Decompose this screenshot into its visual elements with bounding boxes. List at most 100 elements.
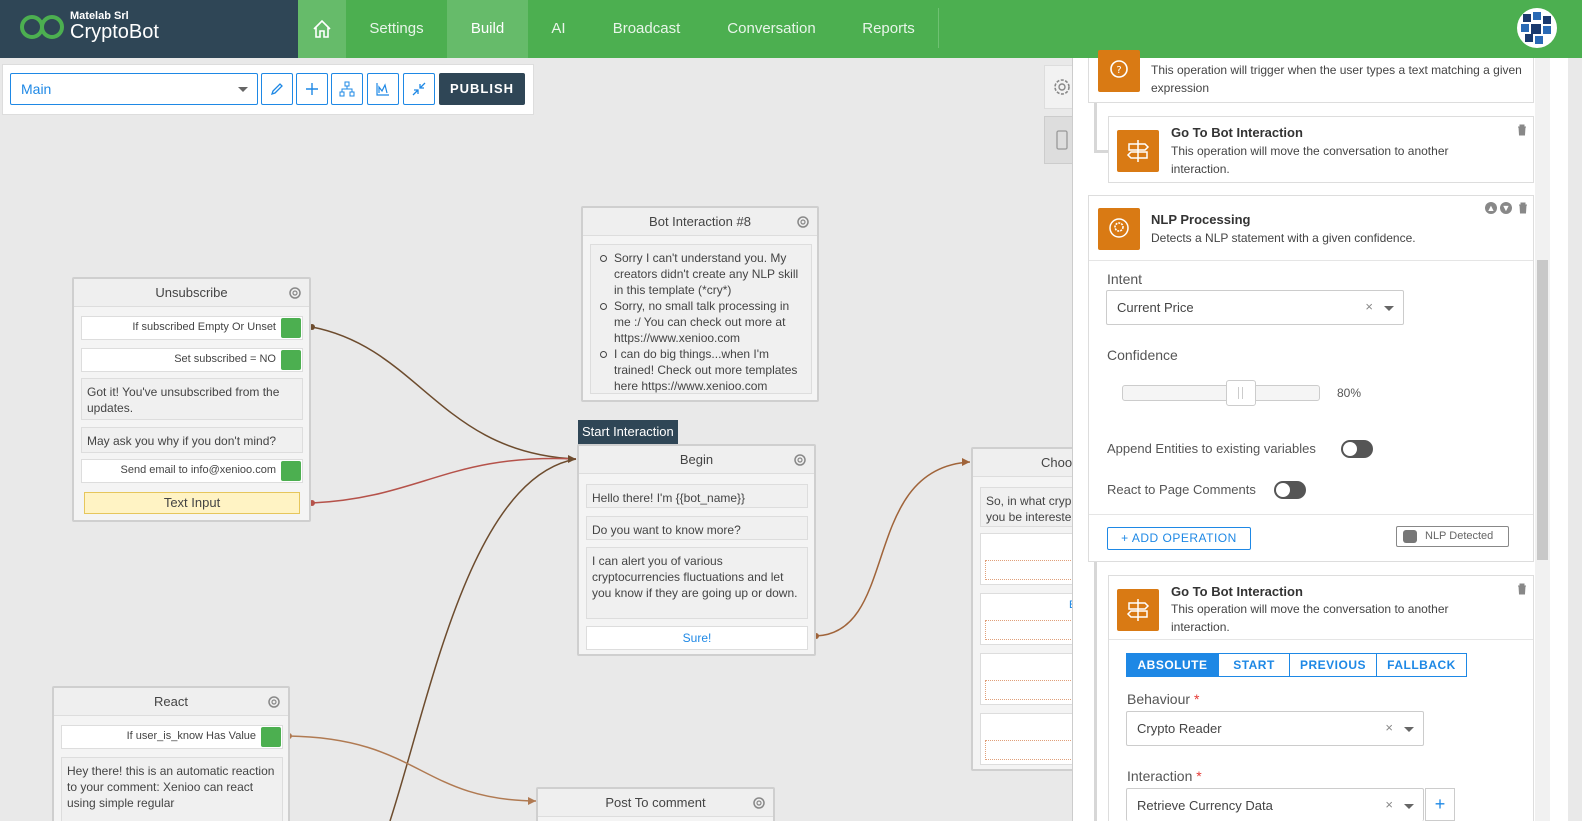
- intent-select[interactable]: Current Price ×: [1106, 290, 1404, 325]
- nlp-detected-badge[interactable]: NLP Detected: [1396, 526, 1509, 547]
- react-comments-toggle[interactable]: [1274, 481, 1306, 499]
- trash-icon[interactable]: [1517, 124, 1527, 136]
- behaviour-select[interactable]: Crypto Reader ×: [1126, 711, 1424, 746]
- operation-icon: [1117, 130, 1159, 172]
- operation-card-text-match[interactable]: ? This operation will trigger when the u…: [1088, 50, 1534, 103]
- operation-description: This operation will move the conversatio…: [1171, 602, 1449, 634]
- product-name: CryptoBot: [70, 21, 159, 43]
- append-entities-toggle[interactable]: [1341, 440, 1373, 458]
- clear-icon[interactable]: ×: [1385, 797, 1393, 812]
- behaviour-label-text: Behaviour: [1127, 691, 1191, 707]
- operation-card-nlp[interactable]: NLP Processing Detects a NLP statement w…: [1088, 195, 1534, 562]
- operation-description: This operation will move the conversatio…: [1171, 144, 1449, 176]
- operation-title: Go To Bot Interaction: [1171, 584, 1303, 599]
- message-row[interactable]: Do you want to know more?: [586, 516, 808, 540]
- trash-icon[interactable]: [1517, 583, 1527, 595]
- node-title: Bot Interaction #8: [583, 208, 817, 236]
- chevron-down-icon: [1404, 804, 1414, 809]
- brand[interactable]: Matelab Srl CryptoBot: [0, 0, 298, 58]
- head-question-icon: ?: [1110, 60, 1128, 78]
- operation-card-goto-1[interactable]: Go To Bot Interaction This operation wil…: [1108, 116, 1534, 183]
- interaction-select[interactable]: Retrieve Currency Data ×: [1126, 788, 1424, 821]
- node-bot-interaction-8[interactable]: Bot Interaction #8 Sorry I can't underst…: [581, 206, 819, 402]
- gear-icon[interactable]: [266, 694, 282, 710]
- node-title: Post To comment: [538, 789, 773, 817]
- nav-separator: [938, 8, 939, 48]
- gear-icon[interactable]: [751, 795, 767, 811]
- nav-build[interactable]: Build: [447, 0, 528, 58]
- nav-settings[interactable]: Settings: [346, 0, 447, 58]
- message-row[interactable]: Hello there! I'm {{bot_name}}: [586, 484, 808, 508]
- publish-button[interactable]: PUBLISH: [439, 73, 525, 105]
- required-mark: *: [1196, 768, 1202, 784]
- text-input-row[interactable]: Text Input: [84, 492, 300, 514]
- plus-icon: [306, 83, 318, 95]
- edit-flow-button[interactable]: [261, 73, 293, 105]
- random-message-list[interactable]: Sorry I can't understand you. My creator…: [590, 244, 812, 394]
- node-react[interactable]: React If user_is_know Has Value Hey ther…: [52, 686, 290, 821]
- chevron-down-icon: [238, 87, 248, 92]
- trash-icon[interactable]: [1518, 202, 1528, 214]
- condition-row[interactable]: If user_is_know Has Value: [61, 725, 283, 749]
- compress-icon: [412, 82, 426, 96]
- move-up-icon[interactable]: ▲: [1485, 202, 1497, 214]
- condition-row[interactable]: If subscribed Empty Or Unset: [81, 316, 303, 340]
- nav-home[interactable]: [298, 0, 346, 58]
- nav-ai[interactable]: AI: [528, 0, 589, 58]
- nav-broadcast[interactable]: Broadcast: [589, 0, 704, 58]
- stats-button[interactable]: [367, 73, 399, 105]
- gear-icon[interactable]: [287, 285, 303, 301]
- add-operation-button[interactable]: + ADD OPERATION: [1107, 527, 1251, 550]
- chevron-down-icon: [1384, 306, 1394, 311]
- clear-icon[interactable]: ×: [1385, 720, 1393, 735]
- avatar[interactable]: [1517, 8, 1557, 48]
- svg-text:?: ?: [1116, 65, 1121, 76]
- message-row[interactable]: I can alert you of various cryptocurrenc…: [586, 547, 808, 619]
- move-down-icon[interactable]: ▼: [1500, 202, 1512, 214]
- message-row[interactable]: May ask you why if you don't mind?: [81, 427, 303, 453]
- node-begin[interactable]: Begin Hello there! I'm {{bot_name}} Do y…: [577, 444, 816, 656]
- sitemap-icon: [339, 81, 355, 97]
- node-post-to-comment[interactable]: Post To comment: [536, 787, 775, 821]
- node-unsubscribe[interactable]: Unsubscribe If subscribed Empty Or Unset…: [72, 277, 311, 522]
- variable-row[interactable]: Set subscribed = NO: [81, 348, 303, 372]
- flow-canvas[interactable]: Unsubscribe If subscribed Empty Or Unset…: [0, 58, 1072, 821]
- flow-select[interactable]: Main: [10, 73, 258, 105]
- chevron-down-icon: [1404, 727, 1414, 732]
- tab-start[interactable]: START: [1218, 653, 1290, 677]
- gear-icon[interactable]: [792, 452, 808, 468]
- chart-icon: [376, 83, 389, 96]
- add-interaction-button[interactable]: +: [1425, 788, 1455, 821]
- intent-label: Intent: [1107, 271, 1143, 287]
- email-row[interactable]: Send email to info@xenioo.com: [81, 459, 303, 483]
- add-flow-button[interactable]: [296, 73, 328, 105]
- tab-previous[interactable]: PREVIOUS: [1289, 653, 1377, 677]
- panel-scrollbar-thumb[interactable]: [1537, 260, 1548, 560]
- signpost-icon: [1126, 140, 1150, 162]
- confidence-slider-track[interactable]: [1122, 385, 1320, 401]
- goto-mode-tabs: ABSOLUTE START PREVIOUS FALLBACK: [1126, 653, 1467, 677]
- condition-icon: [261, 727, 281, 747]
- quick-reply-button[interactable]: Sure!: [586, 626, 808, 650]
- brand-logo-icon: [20, 15, 64, 39]
- collapse-button[interactable]: [403, 73, 435, 105]
- message-list: Sorry I can't understand you. My creator…: [591, 245, 811, 399]
- condition-icon: [281, 318, 301, 338]
- nesting-line: [1094, 562, 1108, 821]
- gear-icon[interactable]: [795, 214, 811, 230]
- arrange-button[interactable]: [331, 73, 363, 105]
- message-row[interactable]: Hey there! this is an automatic reaction…: [61, 757, 283, 821]
- tab-absolute[interactable]: ABSOLUTE: [1126, 653, 1219, 677]
- message-row[interactable]: Got it! You've unsubscribed from the upd…: [81, 378, 303, 420]
- clear-icon[interactable]: ×: [1365, 299, 1373, 314]
- nav-reports[interactable]: Reports: [839, 0, 938, 58]
- home-icon: [313, 19, 331, 38]
- operation-icon: ?: [1098, 50, 1140, 92]
- tab-fallback[interactable]: FALLBACK: [1376, 653, 1467, 677]
- nav-conversation[interactable]: Conversation: [704, 0, 839, 58]
- nlp-detected-label: NLP Detected: [1425, 530, 1494, 542]
- required-mark: *: [1193, 691, 1200, 707]
- gear-icon: [1054, 79, 1070, 95]
- confidence-slider-handle[interactable]: [1226, 380, 1256, 406]
- pencil-icon: [270, 83, 283, 96]
